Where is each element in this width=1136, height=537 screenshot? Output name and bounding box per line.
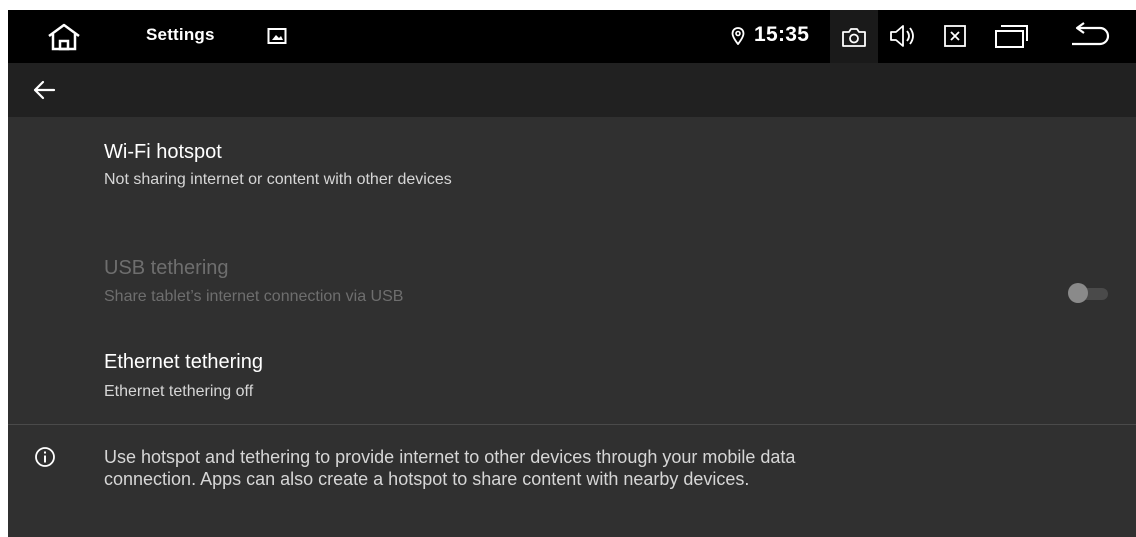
footer-line-1: Use hotspot and tethering to provide int… [104,447,796,467]
camera-icon [842,27,866,47]
ethernet-tethering-item[interactable]: Ethernet tethering Ethernet tethering of… [8,345,1136,424]
info-icon [34,446,56,468]
footer-line-2: connection. Apps can also create a hotsp… [104,469,750,489]
divider [8,424,1136,425]
wifi-hotspot-subtitle: Not sharing internet or content with oth… [104,171,452,188]
toggle-thumb [1068,283,1088,303]
screenshot-button[interactable] [830,10,878,63]
volume-icon[interactable] [888,22,918,50]
screen: Settings 15:35 Wi-Fi hotspot Not sharing… [8,10,1136,537]
usb-tethering-subtitle: Share tablet’s internet connection via U… [104,288,404,305]
app-title: Settings [146,25,215,44]
location-icon [731,27,745,45]
usb-tethering-item: USB tethering Share tablet’s internet co… [8,225,1136,345]
wifi-hotspot-item[interactable]: Wi-Fi hotspot Not sharing internet or co… [8,117,1136,225]
ethernet-tethering-title: Ethernet tethering [104,351,263,373]
home-icon[interactable] [46,22,82,52]
arrow-left-icon[interactable] [30,77,58,103]
recents-icon[interactable] [993,22,1029,50]
footer-info-text: Use hotspot and tethering to provide int… [104,446,1104,490]
usb-tethering-toggle [1068,283,1110,303]
usb-tethering-title: USB tethering [104,257,229,279]
back-icon[interactable] [1068,22,1112,50]
toolbar [8,63,1136,117]
wifi-hotspot-title: Wi-Fi hotspot [104,141,222,163]
gallery-icon [267,27,287,45]
clock: 15:35 [754,23,810,46]
status-bar: Settings 15:35 [8,10,1136,63]
ethernet-tethering-subtitle: Ethernet tethering off [104,383,254,400]
close-icon[interactable] [943,24,967,48]
